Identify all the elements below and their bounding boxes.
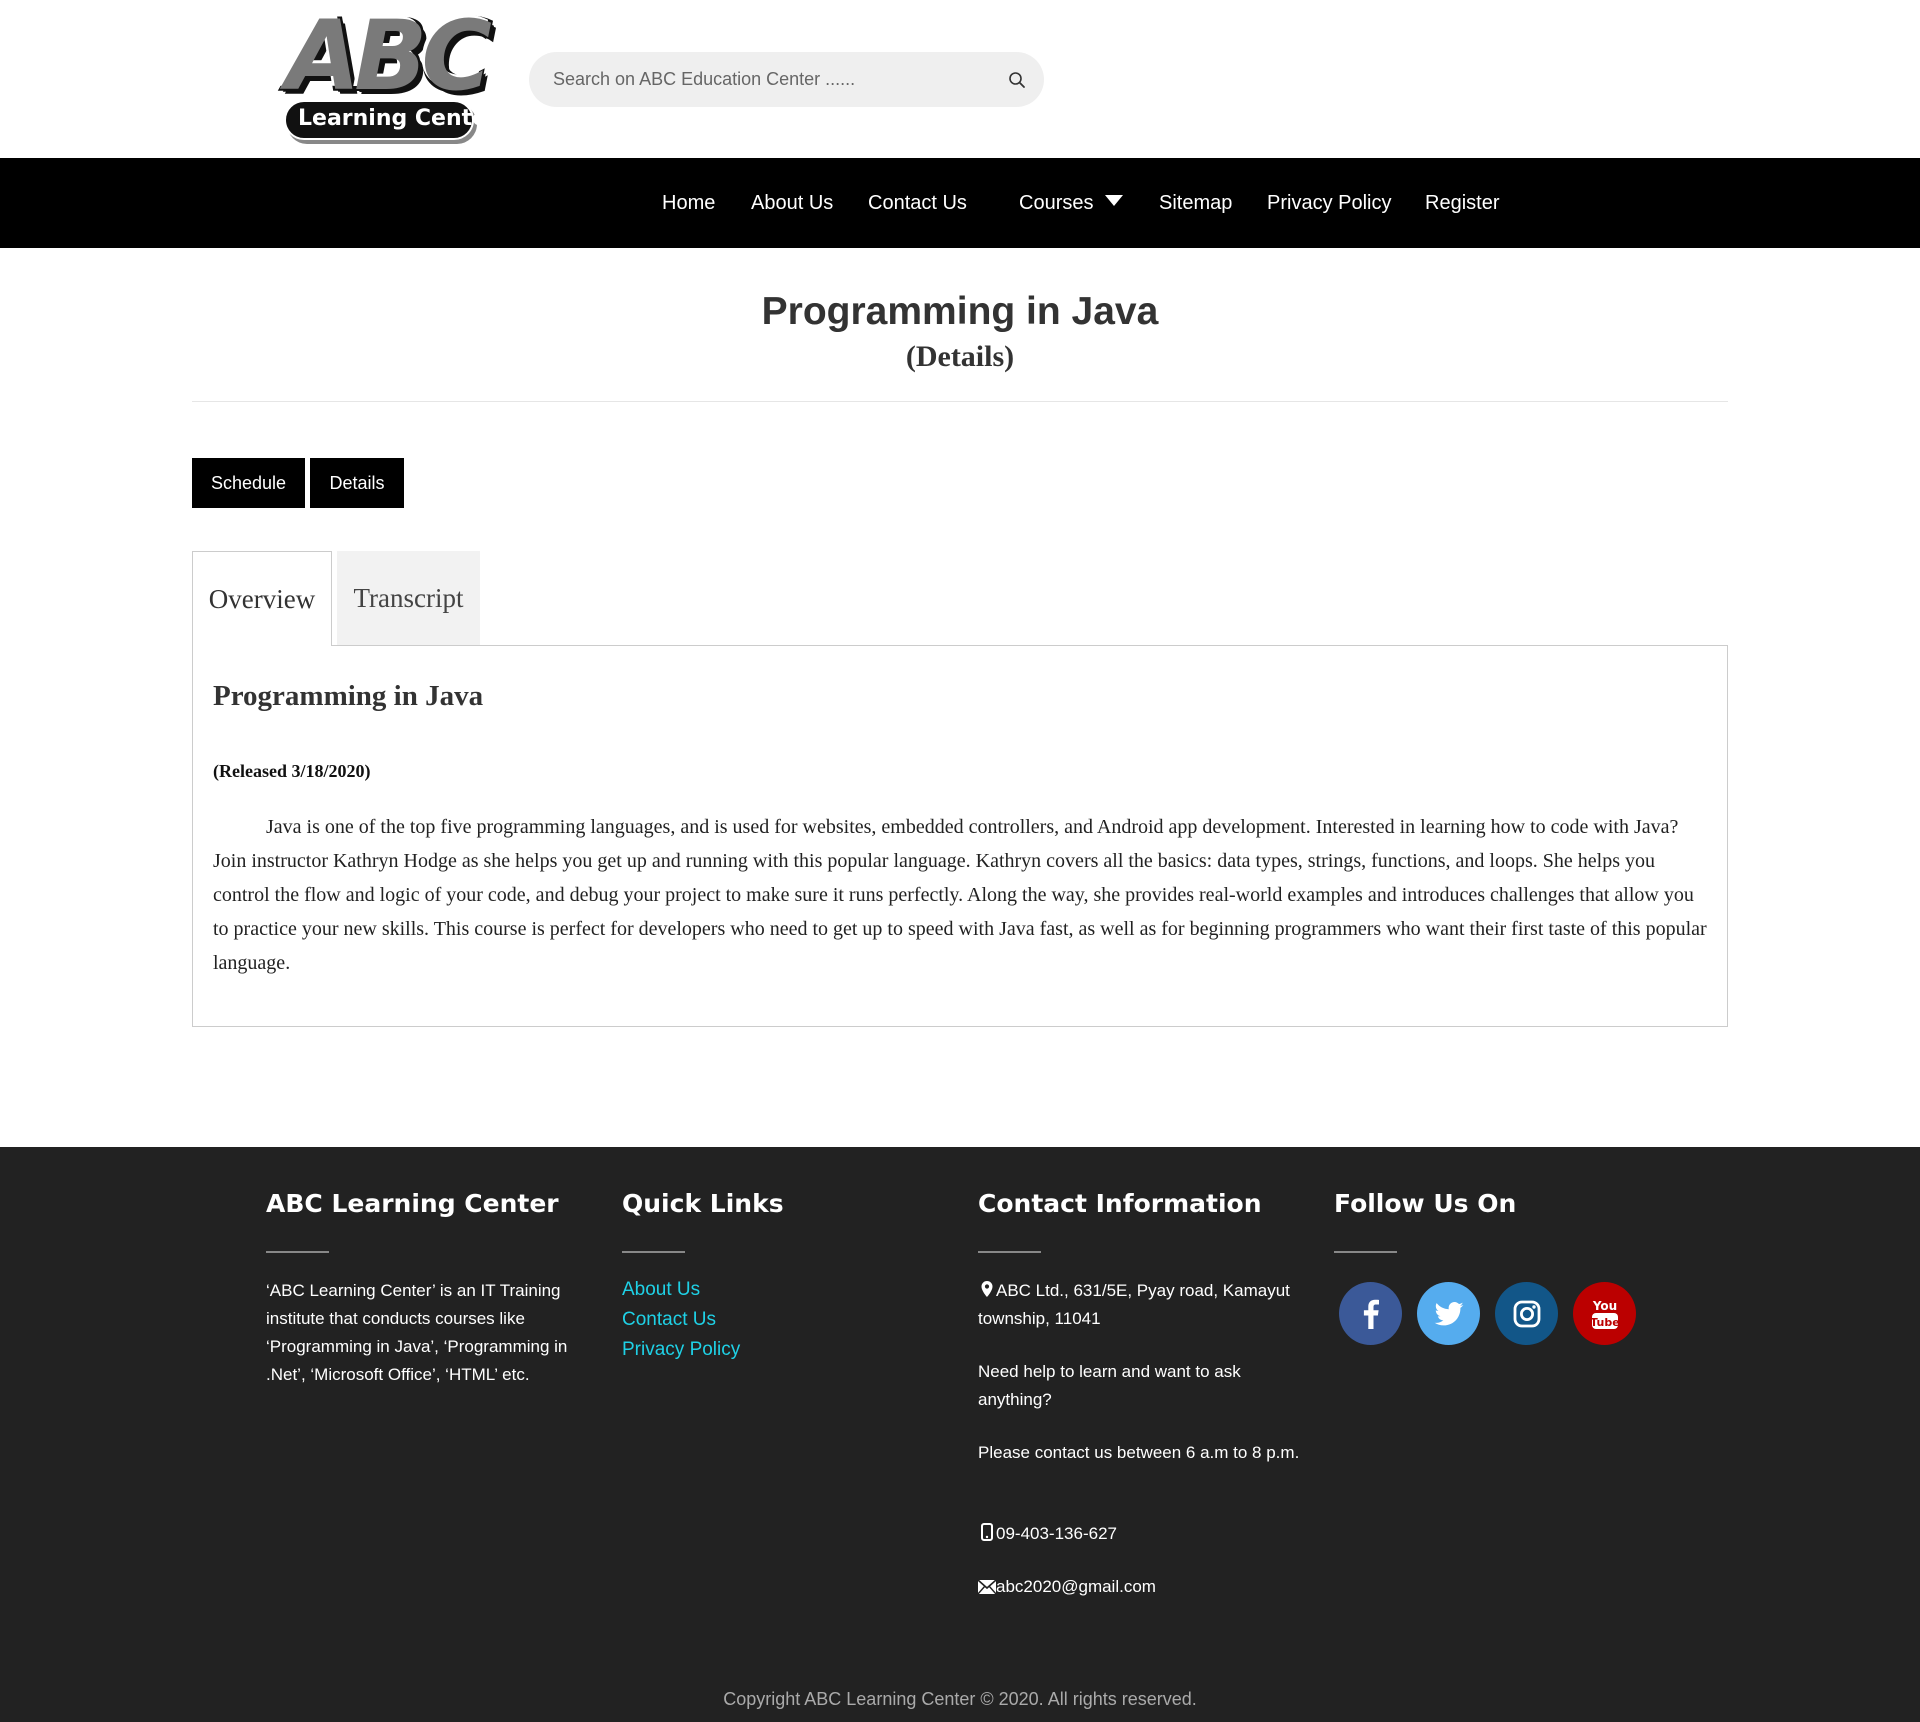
envelope-icon (978, 1580, 996, 1594)
logo-sub-text: Learning Center (298, 106, 498, 131)
search-bar (529, 52, 1044, 107)
contact-hours-text: Please contact us between 6 a.m to 8 p.m… (978, 1443, 1300, 1462)
tab-transcript[interactable]: Transcript (337, 551, 480, 646)
youtube-glyph-bottom: Tube (1590, 1316, 1619, 1329)
footer-link-contact-us[interactable]: Contact Us (622, 1309, 716, 1331)
nav-courses[interactable]: Courses (1019, 158, 1124, 248)
contact-help-text: Need help to learn and want to ask anyth… (978, 1362, 1241, 1409)
contact-phone: 09-403-136-627 (978, 1520, 1308, 1548)
search-icon (1009, 72, 1025, 88)
footer-about-heading: ABC Learning Center (266, 1189, 559, 1218)
tab-panel-overview: Programming in Java (Released 3/18/2020)… (192, 645, 1728, 1027)
footer-underline (622, 1251, 685, 1253)
details-button[interactable]: Details (310, 458, 404, 508)
footer-links-heading: Quick Links (622, 1189, 784, 1218)
twitter-link[interactable] (1417, 1282, 1480, 1345)
logo-main-text: ABC (286, 0, 492, 112)
site-logo[interactable]: ABC Learning Center (280, 8, 498, 144)
nav-courses-label: Courses (1019, 192, 1094, 214)
copyright-text: Copyright ABC Learning Center © 2020. Al… (723, 1689, 1197, 1709)
schedule-button[interactable]: Schedule (192, 458, 305, 508)
facebook-link[interactable] (1339, 1282, 1402, 1345)
nav-contact-us[interactable]: Contact Us (868, 158, 967, 248)
search-input[interactable] (553, 52, 973, 107)
youtube-glyph-top: You (1591, 1299, 1616, 1313)
caret-down-icon (1105, 195, 1124, 206)
nav-home[interactable]: Home (662, 158, 715, 248)
page-subtitle: (Details) (905, 340, 1015, 373)
main-nav: Home About Us Contact Us Courses Sitemap… (0, 158, 1920, 248)
footer-contact-heading: Contact Information (978, 1189, 1262, 1218)
footer-underline (266, 1251, 329, 1253)
mobile-phone-icon (981, 1523, 993, 1541)
tab-overview[interactable]: Overview (192, 551, 332, 646)
contact-email-text[interactable]: abc2020@gmail.com (996, 1577, 1156, 1596)
footer-link-privacy-policy[interactable]: Privacy Policy (622, 1339, 740, 1361)
footer-underline (1334, 1251, 1397, 1253)
footer-follow-heading: Follow Us On (1334, 1189, 1517, 1218)
instagram-link[interactable] (1495, 1282, 1558, 1345)
contact-phone-text[interactable]: 09-403-136-627 (996, 1524, 1117, 1543)
youtube-link[interactable]: You Tube (1573, 1282, 1636, 1345)
contact-email: abc2020@gmail.com (978, 1573, 1308, 1601)
contact-address-text: ABC Ltd., 631/5E, Pyay road, Kamayut tow… (978, 1281, 1290, 1328)
divider (192, 401, 1728, 402)
site-header: ABC Learning Center (0, 0, 1920, 158)
nav-about-us[interactable]: About Us (751, 158, 833, 248)
course-description: Java is one of the top five programming … (213, 816, 1707, 974)
search-button[interactable] (1002, 65, 1032, 95)
map-marker-icon (981, 1281, 993, 1297)
nav-sitemap[interactable]: Sitemap (1159, 158, 1232, 248)
facebook-icon (1363, 1299, 1379, 1329)
twitter-icon (1434, 1301, 1463, 1325)
contact-address: ABC Ltd., 631/5E, Pyay road, Kamayut tow… (978, 1277, 1308, 1333)
nav-register[interactable]: Register (1425, 158, 1499, 248)
footer-underline (978, 1251, 1041, 1253)
site-footer: ABC Learning Center ‘ABC Learning Center… (0, 1147, 1920, 1722)
youtube-icon: You Tube (1590, 1299, 1619, 1329)
footer-link-about-us[interactable]: About Us (622, 1279, 700, 1301)
nav-privacy-policy[interactable]: Privacy Policy (1267, 158, 1391, 248)
course-heading: Programming in Java (213, 680, 484, 712)
instagram-icon (1513, 1300, 1540, 1327)
footer-about-text: ‘ABC Learning Center’ is an IT Training … (266, 1281, 568, 1384)
release-date: (Released 3/18/2020) (213, 761, 371, 781)
page-title: Programming in Java (761, 290, 1159, 333)
